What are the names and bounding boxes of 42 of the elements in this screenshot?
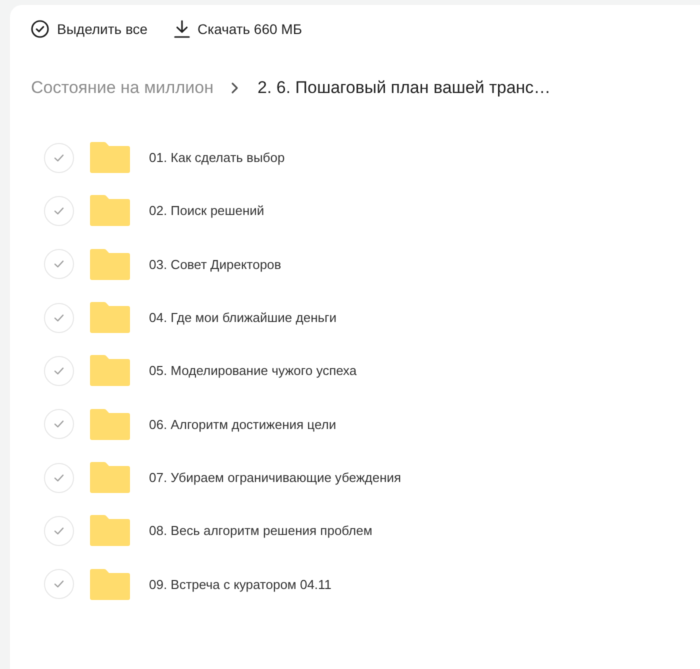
folder-name[interactable]: 08. Весь алгоритм решения проблем [149, 521, 372, 541]
folder-icon [90, 355, 130, 386]
check-icon [54, 420, 64, 428]
folder-icon [90, 515, 130, 546]
folder-name[interactable]: 01. Как сделать выбор [149, 148, 285, 168]
check-circle-icon [31, 20, 49, 38]
download-icon [174, 20, 190, 38]
select-checkbox[interactable] [44, 409, 74, 440]
folder-icon [90, 568, 130, 600]
check-icon [54, 206, 64, 215]
folder-icon [90, 302, 130, 334]
folder-icon [90, 462, 130, 494]
folder-name[interactable]: 04. Где мои ближайшие деньги [149, 308, 337, 328]
folder-icon [90, 408, 130, 440]
select-checkbox[interactable] [44, 516, 74, 546]
check-icon [54, 580, 64, 588]
folder-name[interactable]: 05. Моделирование чужого успеха [149, 361, 357, 381]
select-all-button[interactable]: Выделить все [31, 19, 148, 39]
check-icon [54, 314, 64, 322]
check-icon [54, 260, 64, 268]
folder-name[interactable]: 02. Поиск решений [149, 201, 264, 221]
folder-name[interactable]: 07. Убираем ограничивающие убеждения [149, 468, 402, 488]
check-icon [54, 154, 64, 162]
current-folder-title: 2. 6. Пошаговый план вашей транс… [257, 77, 551, 99]
select-checkbox[interactable] [44, 196, 74, 226]
check-icon [54, 474, 64, 482]
select-checkbox[interactable] [44, 356, 74, 386]
folder-icon [90, 142, 130, 174]
chevron-right-icon [231, 82, 240, 94]
select-checkbox[interactable] [44, 569, 74, 600]
folder-name[interactable]: 03. Совет Директоров [149, 254, 282, 274]
select-checkbox[interactable] [44, 142, 74, 173]
folder-name[interactable]: 09. Встреча с куратором 04.11 [149, 574, 332, 594]
check-icon [54, 366, 64, 375]
folder-icon [90, 248, 130, 280]
download-button[interactable]: Скачать 660 МБ [172, 19, 302, 39]
select-checkbox[interactable] [44, 302, 74, 333]
folder-icon [90, 195, 130, 226]
select-checkbox[interactable] [44, 249, 74, 280]
check-icon [54, 526, 64, 535]
folder-name[interactable]: 06. Алгоритм достижения цели [149, 414, 336, 434]
select-checkbox[interactable] [44, 462, 74, 493]
